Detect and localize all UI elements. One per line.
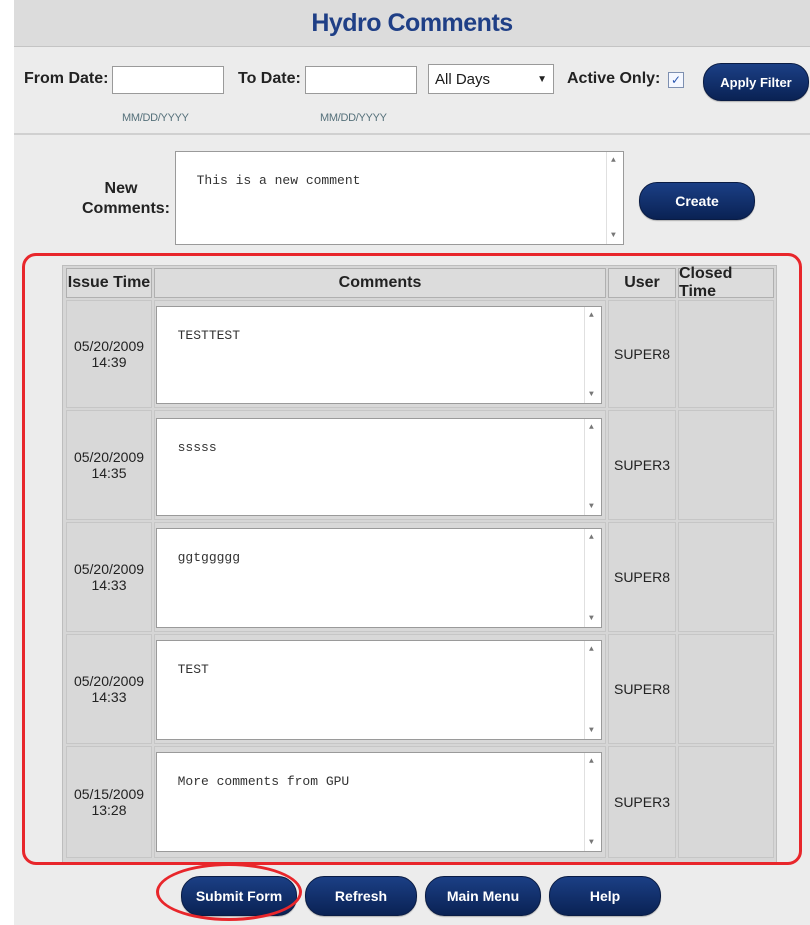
comments-highlight-box (22, 253, 802, 865)
main-menu-button[interactable]: Main Menu (425, 876, 541, 916)
from-date-label: From Date: (24, 70, 109, 87)
help-button[interactable]: Help (549, 876, 661, 916)
new-comments-label: New Comments: (82, 179, 171, 219)
new-comments-label-line2: Comments: (82, 200, 171, 217)
days-select-value: All Days (435, 70, 491, 88)
submit-highlight-oval (156, 863, 302, 921)
days-select[interactable]: All Days ▼ (428, 64, 554, 94)
scroll-up-icon: ▲ (611, 156, 616, 165)
refresh-button[interactable]: Refresh (305, 876, 417, 916)
scroll-down-icon: ▼ (611, 231, 616, 240)
to-date-hint: MM/DD/YYYY (320, 112, 387, 124)
to-date-label: To Date: (238, 70, 301, 87)
new-comment-textarea[interactable]: This is a new comment ▲ ▼ (175, 151, 624, 245)
to-date-input[interactable] (305, 66, 417, 94)
from-date-input[interactable] (112, 66, 224, 94)
active-only-checkbox[interactable]: ✓ (668, 72, 684, 88)
from-date-hint: MM/DD/YYYY (122, 112, 189, 124)
new-comments-label-line1: New (104, 180, 138, 197)
active-only-label: Active Only: (567, 70, 661, 87)
chevron-down-icon: ▼ (537, 73, 547, 85)
new-comment-text: This is a new comment (196, 173, 361, 188)
check-icon: ✓ (670, 73, 682, 87)
apply-filter-button[interactable]: Apply Filter (703, 63, 809, 101)
title-bar: Hydro Comments (14, 0, 810, 47)
scrollbar[interactable]: ▲ ▼ (606, 152, 623, 244)
create-button[interactable]: Create (639, 182, 755, 220)
page-title: Hydro Comments (311, 8, 513, 37)
